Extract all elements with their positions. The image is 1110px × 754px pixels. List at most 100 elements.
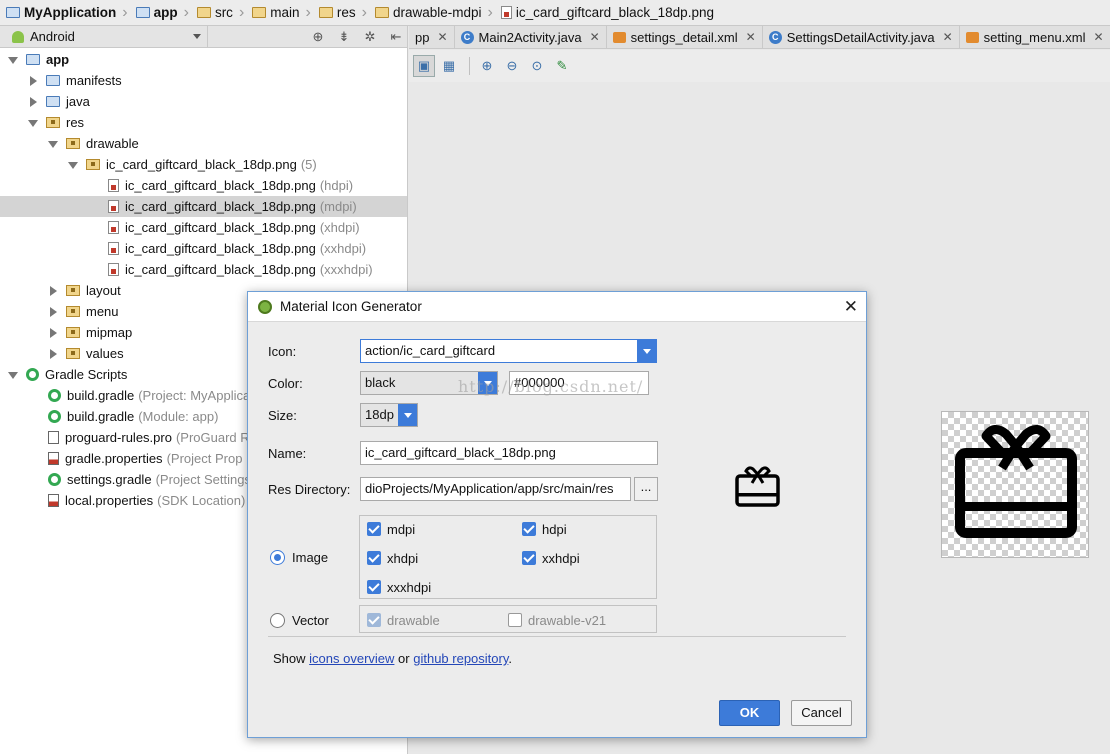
breadcrumb-item-src[interactable]: src — [191, 0, 237, 25]
expand-arrow-icon[interactable] — [28, 96, 38, 107]
expand-arrow-icon[interactable] — [48, 348, 58, 359]
tree-item-giftcard-xxxhdpi[interactable]: ic_card_giftcard_black_18dp.png (xxxhdpi) — [0, 259, 407, 280]
breadcrumb-item-file[interactable]: ic_card_giftcard_black_18dp.png — [495, 0, 718, 25]
grid-toggle-icon[interactable]: ▦ — [438, 55, 460, 77]
project-panel-header: Android ⊕ ⇟ ✲ ⇤ — [0, 25, 407, 48]
cancel-button[interactable]: Cancel — [791, 700, 852, 726]
tree-item-java[interactable]: java — [0, 91, 407, 112]
sync-target-icon[interactable]: ⊕ — [307, 29, 329, 45]
breadcrumb-item-main[interactable]: main — [246, 0, 303, 25]
mdpi-checkbox[interactable] — [367, 522, 381, 536]
dialog-divider — [268, 636, 846, 637]
close-icon[interactable]: ✕ — [1094, 30, 1104, 44]
expand-arrow-icon[interactable] — [28, 118, 38, 128]
vector-radio[interactable] — [270, 613, 285, 628]
folder-icon — [252, 7, 267, 18]
tree-item-res[interactable]: res — [0, 112, 407, 133]
expand-arrow-icon[interactable] — [48, 327, 58, 338]
dropdown-arrow-icon[interactable] — [637, 340, 656, 362]
tree-item-giftcard-xxhdpi[interactable]: ic_card_giftcard_black_18dp.png (xxhdpi) — [0, 238, 407, 259]
gear-icon[interactable]: ✲ — [359, 29, 381, 45]
dropdown-arrow-icon[interactable] — [398, 404, 417, 426]
xhdpi-label: xhdpi — [387, 551, 419, 566]
xml-file-icon — [965, 31, 979, 43]
tree-item-manifests[interactable]: manifests — [0, 70, 407, 91]
icon-combobox[interactable]: action/ic_card_giftcard — [360, 339, 657, 363]
close-icon[interactable]: ✕ — [844, 297, 858, 317]
expand-arrow-icon[interactable] — [48, 139, 58, 149]
breadcrumb-item-drawable-mdpi[interactable]: drawable-mdpi — [369, 0, 486, 25]
xxxhdpi-checkbox[interactable] — [367, 580, 381, 594]
chevron-right-icon: › — [487, 3, 493, 21]
actual-size-icon[interactable]: ⊙ — [526, 55, 548, 77]
editor-tab-settings-detail-activity[interactable]: C SettingsDetailActivity.java ✕ — [763, 26, 960, 48]
tree-item-app[interactable]: app — [0, 49, 407, 70]
png-file-icon — [500, 6, 512, 19]
res-folder-icon — [66, 138, 80, 149]
tree-item-giftcard-hdpi[interactable]: ic_card_giftcard_black_18dp.png (hdpi) — [0, 175, 407, 196]
folder-icon — [196, 7, 211, 18]
chessboard-toggle-icon[interactable]: ▣ — [413, 55, 435, 77]
hdpi-checkbox[interactable] — [522, 522, 536, 536]
editor-tab-setting-menu-xml[interactable]: setting_menu.xml ✕ — [960, 26, 1110, 48]
github-repository-link[interactable]: github repository — [413, 651, 508, 666]
gradle-icon — [48, 389, 61, 402]
expand-arrow-icon[interactable] — [68, 160, 78, 170]
browse-button[interactable]: ... — [634, 477, 658, 501]
zoom-out-icon[interactable]: ⊖ — [501, 55, 523, 77]
close-icon[interactable]: ✕ — [746, 30, 756, 44]
res-folder-icon — [66, 348, 80, 359]
name-field[interactable]: ic_card_giftcard_black_18dp.png — [360, 441, 658, 465]
expand-arrow-icon[interactable] — [8, 55, 18, 65]
xhdpi-checkbox[interactable] — [367, 551, 381, 565]
breadcrumb-item-app[interactable]: app — [130, 0, 182, 25]
expand-arrow-icon[interactable] — [48, 306, 58, 317]
breadcrumb-item-res[interactable]: res — [313, 0, 360, 25]
expand-arrow-icon[interactable] — [28, 75, 38, 86]
android-icon — [12, 30, 24, 43]
color-picker-icon[interactable]: ✎ — [551, 55, 573, 77]
gradle-icon — [26, 368, 39, 381]
gradle-icon — [48, 410, 61, 423]
image-viewer-toolbar: ▣ ▦ ⊕ ⊖ ⊙ ✎ — [409, 50, 1110, 82]
chevron-right-icon: › — [361, 3, 367, 21]
drawable-label: drawable — [387, 613, 440, 628]
close-icon[interactable]: ✕ — [437, 30, 447, 44]
res-folder-icon — [66, 327, 80, 338]
res-folder-icon — [86, 159, 100, 170]
hide-panel-icon[interactable]: ⇤ — [385, 29, 407, 45]
xxhdpi-checkbox[interactable] — [522, 551, 536, 565]
tree-item-giftcard-group[interactable]: ic_card_giftcard_black_18dp.png (5) — [0, 154, 407, 175]
close-icon[interactable]: ✕ — [943, 30, 953, 44]
expand-arrow-icon[interactable] — [48, 285, 58, 296]
icons-overview-link[interactable]: icons overview — [309, 651, 394, 666]
collapse-all-icon[interactable]: ⇟ — [333, 29, 355, 45]
zoom-in-icon[interactable]: ⊕ — [476, 55, 498, 77]
show-links-line: Show icons overview or github repository… — [273, 651, 513, 666]
name-label: Name: — [268, 446, 307, 461]
res-directory-field[interactable]: dioProjects/MyApplication/app/src/main/r… — [360, 477, 631, 501]
xxxhdpi-label: xxxhdpi — [387, 580, 432, 595]
icon-label: Icon: — [268, 344, 297, 359]
image-preview — [941, 411, 1089, 558]
image-radio[interactable] — [270, 550, 285, 565]
tree-item-drawable[interactable]: drawable — [0, 133, 407, 154]
dropdown-arrow-icon — [193, 33, 201, 39]
expand-arrow-icon[interactable] — [8, 370, 18, 380]
editor-tab-main2activity[interactable]: C Main2Activity.java ✕ — [455, 26, 607, 48]
project-view-selector[interactable]: Android — [0, 25, 208, 48]
editor-tab-settings-detail-xml[interactable]: settings_detail.xml ✕ — [607, 26, 763, 48]
editor-tab-partial[interactable]: pp ✕ — [409, 26, 455, 48]
color-label: Color: — [268, 376, 303, 391]
png-file-icon — [108, 242, 119, 255]
close-icon[interactable]: ✕ — [590, 30, 600, 44]
vector-radio-label: Vector — [292, 613, 329, 628]
dialog-titlebar: Material Icon Generator ✕ — [248, 292, 866, 322]
tree-item-giftcard-mdpi[interactable]: ic_card_giftcard_black_18dp.png (mdpi) — [0, 196, 407, 217]
xxhdpi-label: xxhdpi — [542, 551, 580, 566]
ok-button[interactable]: OK — [719, 700, 780, 726]
size-combobox[interactable]: 18dp — [360, 403, 418, 427]
breadcrumb-item-project[interactable]: MyApplication — [0, 0, 120, 25]
folder-icon — [135, 7, 150, 18]
tree-item-giftcard-xhdpi[interactable]: ic_card_giftcard_black_18dp.png (xhdpi) — [0, 217, 407, 238]
